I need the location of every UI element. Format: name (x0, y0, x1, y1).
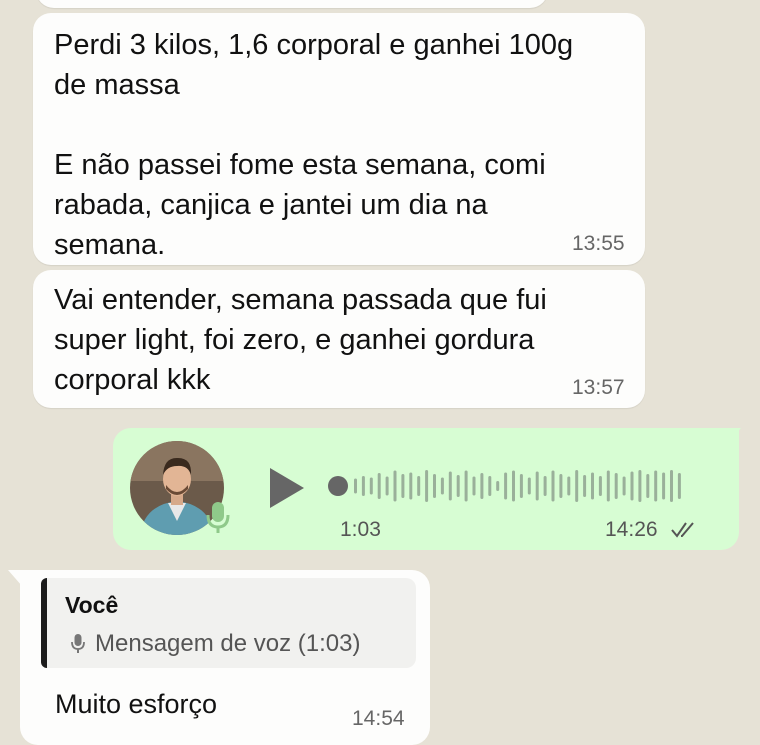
waveform-bar (677, 473, 681, 499)
waveform-bar (598, 476, 602, 496)
waveform-bar (575, 470, 579, 502)
seek-handle[interactable] (328, 476, 348, 496)
waveform-bar (614, 473, 618, 499)
waveform-bar (488, 476, 492, 496)
quoted-message[interactable]: Você Mensagem de voz (1:03) (41, 578, 416, 668)
waveform-bar (559, 474, 563, 498)
waveform-bar (369, 477, 373, 495)
voice-duration: 1:03 (340, 518, 381, 541)
waveform-bar (472, 476, 476, 496)
message-text: Muito esforço (55, 689, 218, 719)
waveform-bar (543, 476, 547, 496)
waveform-bar (377, 473, 381, 499)
waveform-bar (551, 470, 555, 502)
waveform-bar (417, 476, 421, 496)
message-bubble[interactable]: Vai entender, semana passada que fui sup… (33, 270, 645, 408)
waveform-bar (354, 478, 357, 494)
waveform[interactable] (326, 468, 696, 509)
waveform-bar (638, 470, 642, 502)
quote-bar (41, 578, 47, 668)
message-text: Perdi 3 kilos, 1,6 corporal e ganhei 100… (54, 29, 574, 261)
waveform-bar (496, 481, 500, 491)
voice-message-bubble[interactable]: 1:03 14:26 (113, 428, 739, 550)
waveform-bar (670, 470, 673, 502)
waveform-bar (393, 470, 397, 502)
message-time: 13:57 (572, 376, 625, 399)
quote-snippet-text: Mensagem de voz (1:03) (95, 630, 361, 657)
waveform-bar (527, 477, 531, 495)
waveform-bar (622, 476, 626, 496)
waveform-bar (630, 471, 634, 501)
quote-snippet: Mensagem de voz (1:03) (71, 630, 360, 658)
waveform-bar (646, 474, 650, 498)
waveform-bar (504, 472, 508, 500)
waveform-bar (425, 470, 429, 502)
message-time: 14:54 (352, 707, 405, 730)
waveform-bar (456, 475, 460, 497)
waveform-bar (409, 472, 413, 500)
previous-message-bubble (36, 0, 548, 8)
waveform-bar (662, 472, 666, 500)
waveform-bar (591, 472, 594, 500)
waveform-bar (448, 471, 452, 501)
message-time: 14:26 (605, 518, 658, 541)
waveform-bar (654, 470, 658, 502)
double-check-icon (671, 521, 699, 544)
quote-author: Você (65, 592, 119, 618)
waveform-bar (385, 476, 389, 496)
waveform-bar (440, 477, 444, 495)
waveform-bar (361, 476, 365, 496)
waveform-bar (606, 470, 610, 502)
waveform-bar (512, 470, 515, 502)
waveform-bar (480, 473, 484, 499)
waveform-bar (567, 476, 571, 496)
message-text: Vai entender, semana passada que fui sup… (54, 284, 547, 396)
message-bubble[interactable]: Perdi 3 kilos, 1,6 corporal e ganhei 100… (33, 13, 645, 265)
waveform-bar (535, 471, 539, 501)
waveform-bar (433, 474, 436, 498)
play-icon[interactable] (268, 466, 306, 515)
message-time: 13:55 (572, 232, 625, 255)
mic-icon (71, 633, 85, 655)
mic-icon (205, 500, 231, 539)
waveform-bar (519, 474, 523, 498)
waveform-bar (464, 470, 468, 502)
waveform-bar (583, 475, 587, 497)
waveform-bar (401, 474, 405, 498)
